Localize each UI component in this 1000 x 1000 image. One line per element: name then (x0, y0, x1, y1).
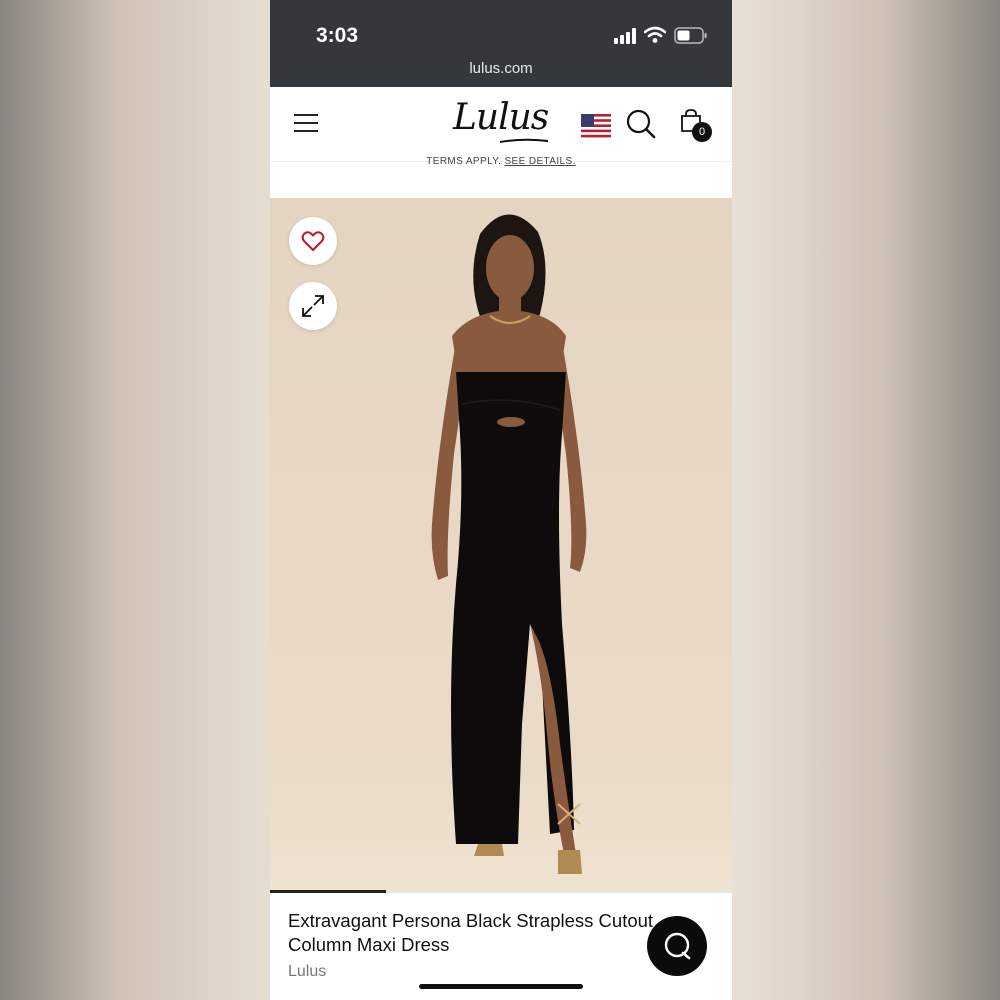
product-title-line1: Extravagant Persona Black Strapless Cuto… (288, 910, 654, 931)
expand-image-button[interactable] (289, 282, 337, 330)
product-title-line2: Column Maxi Dress (288, 934, 450, 955)
chat-icon (664, 932, 691, 960)
menu-icon[interactable] (294, 113, 318, 133)
cart-count-badge[interactable]: 0 (692, 122, 712, 142)
heart-icon (301, 231, 325, 251)
gallery-progress-fill (270, 890, 386, 893)
expand-icon (302, 295, 324, 317)
product-image[interactable] (270, 198, 732, 890)
promo-details-link[interactable]: SEE DETAILS. (504, 156, 575, 167)
gallery-progress-track (270, 890, 732, 893)
status-bar: 3:03 lulus.com (270, 0, 732, 87)
chat-button[interactable] (647, 916, 707, 976)
site-header: Lulus 0 (270, 87, 732, 162)
search-icon[interactable] (626, 109, 656, 139)
us-flag-icon[interactable] (581, 114, 611, 138)
product-title: Extravagant Persona Black Strapless Cuto… (288, 909, 708, 957)
site-logo[interactable]: Lulus (453, 97, 549, 138)
promo-banner: TERMS APPLY. SEE DETAILS. (270, 156, 732, 168)
signal-icon (614, 28, 636, 44)
promo-text: TERMS APPLY. (426, 156, 502, 167)
favorite-button[interactable] (289, 217, 337, 265)
home-indicator[interactable] (419, 984, 583, 989)
logo-swash (500, 138, 548, 143)
address-bar-url[interactable]: lulus.com (270, 60, 732, 77)
phone-screen: 3:03 lulus.com Lulus 0 TERMS APPLY. SEE … (270, 0, 732, 1000)
product-brand[interactable]: Lulus (288, 963, 326, 981)
status-time: 3:03 (316, 24, 359, 47)
battery-icon (674, 27, 707, 44)
model-in-dress-illustration (431, 214, 587, 874)
wifi-icon (644, 26, 666, 43)
